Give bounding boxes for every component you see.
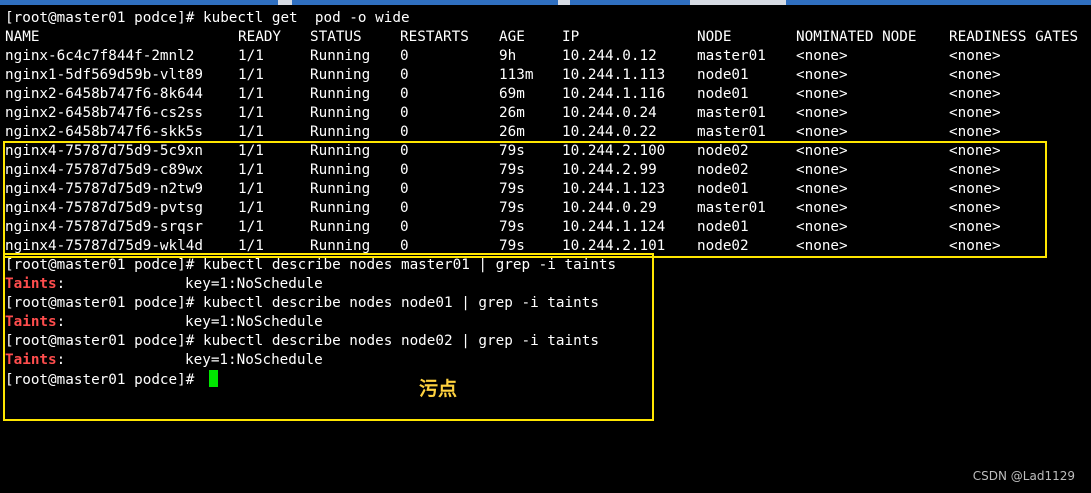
tab-segment[interactable] (0, 0, 278, 5)
cell-name: NAME (5, 29, 40, 45)
watermark: CSDN @Lad1129 (972, 469, 1075, 483)
taints-output-highlight (3, 253, 654, 421)
table-row: nginx1-5df569d59b-vlt89 1/1 Running 0 113m 10… (5, 66, 1091, 85)
cell-nominated-node: <none> (796, 86, 848, 102)
cell-restarts: 0 (400, 105, 409, 121)
cell-restarts: RESTARTS (400, 29, 469, 45)
command-text: kubectl get pod -o wide (202, 10, 410, 26)
cell-node: node01 (697, 86, 749, 102)
cell-name: nginx-6c4c7f844f-2mnl2 (5, 48, 195, 64)
tab-segment[interactable] (570, 0, 690, 5)
cell-status: Running (310, 48, 371, 64)
cell-ip: 10.244.0.22 (562, 124, 657, 140)
shell-prompt: [root@master01 podce]# (5, 10, 203, 26)
cell-nominated-node: <none> (796, 124, 848, 140)
cell-status: Running (310, 67, 371, 83)
cell-status: Running (310, 105, 371, 121)
table-header-row: NAME READY STATUS RESTARTS AGE IP NODE NOMINATE… (5, 28, 1091, 47)
cell-node: node01 (697, 67, 749, 83)
cell-readiness-gates: <none> (949, 86, 1001, 102)
cell-ready: READY (238, 29, 282, 45)
cell-age: 9h (499, 48, 517, 64)
cell-readiness-gates: <none> (949, 48, 1001, 64)
cell-ready: 1/1 (238, 105, 264, 121)
cell-name: nginx2-6458b747f6-cs2ss (5, 105, 203, 121)
cell-ip: 10.244.0.12 (562, 48, 657, 64)
tab-segment[interactable] (292, 0, 558, 5)
cell-nominated-node: <none> (796, 48, 848, 64)
table-row: nginx2-6458b747f6-8k644 1/1 Running 0 69m 10.… (5, 85, 1091, 104)
table-row: nginx-6c4c7f844f-2mnl2 1/1 Running 0 9h 10.24… (5, 47, 1091, 66)
cell-ready: 1/1 (238, 48, 264, 64)
cell-ip: 10.244.0.24 (562, 105, 657, 121)
cell-name: nginx1-5df569d59b-vlt89 (5, 67, 203, 83)
cell-node: master01 (697, 105, 766, 121)
cell-nominated-node: <none> (796, 105, 848, 121)
cell-readiness-gates: <none> (949, 124, 1001, 140)
cell-age: AGE (499, 29, 525, 45)
cell-readiness-gates: <none> (949, 105, 1001, 121)
cell-node: master01 (697, 124, 766, 140)
cell-nominated-node: NOMINATED NODE (796, 29, 917, 45)
cell-restarts: 0 (400, 48, 409, 64)
table-row: nginx2-6458b747f6-skk5s 1/1 Running 0 26m 10.… (5, 123, 1091, 142)
cell-ready: 1/1 (238, 124, 264, 140)
cell-node: NODE (697, 29, 732, 45)
cell-name: nginx2-6458b747f6-skk5s (5, 124, 203, 140)
cell-status: STATUS (310, 29, 362, 45)
cell-restarts: 0 (400, 124, 409, 140)
cell-age: 26m (499, 105, 525, 121)
cell-ip: 10.244.1.116 (562, 86, 666, 102)
cell-ready: 1/1 (238, 86, 264, 102)
cell-age: 26m (499, 124, 525, 140)
tab-strip (0, 0, 1091, 5)
table-row: nginx2-6458b747f6-cs2ss 1/1 Running 0 26m 10.… (5, 104, 1091, 123)
cell-age: 69m (499, 86, 525, 102)
cell-restarts: 0 (400, 67, 409, 83)
terminal-window[interactable]: [root@master01 podce]# kubectl get pod -… (0, 0, 1091, 493)
cell-status: Running (310, 86, 371, 102)
cell-node: master01 (697, 48, 766, 64)
command-line: [root@master01 podce]# kubectl get pod -… (5, 9, 1091, 28)
taints-annotation: 污点 (419, 378, 458, 400)
cell-readiness-gates: <none> (949, 67, 1001, 83)
cell-ready: 1/1 (238, 67, 264, 83)
cell-readiness-gates: READINESS GATES (949, 29, 1079, 45)
cell-ip: IP (562, 29, 580, 45)
cell-ip: 10.244.1.113 (562, 67, 666, 83)
cell-nominated-node: <none> (796, 67, 848, 83)
cell-status: Running (310, 124, 371, 140)
cell-age: 113m (499, 67, 534, 83)
nginx4-pods-highlight (3, 141, 1047, 258)
tab-segment[interactable] (786, 0, 1091, 5)
cell-restarts: 0 (400, 86, 409, 102)
cell-name: nginx2-6458b747f6-8k644 (5, 86, 203, 102)
